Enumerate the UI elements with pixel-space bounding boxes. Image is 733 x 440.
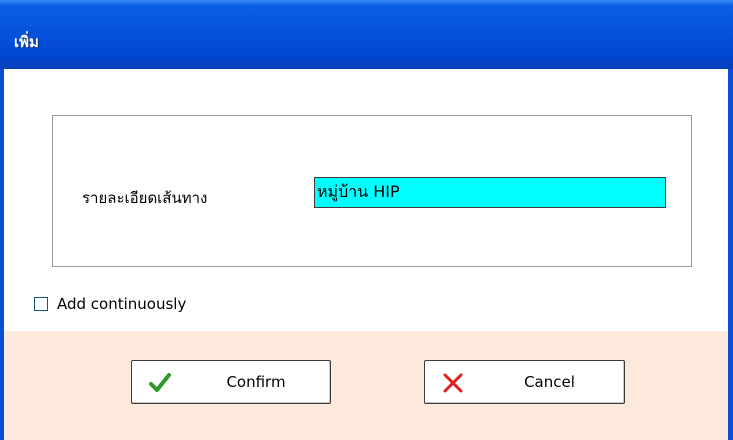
- check-icon: [149, 373, 171, 392]
- route-detail-label: รายละเอียดเส้นทาง: [82, 189, 208, 207]
- add-dialog-window: เพิ่ม รายละเอียดเส้นทาง Add continuously…: [0, 0, 733, 440]
- cancel-button[interactable]: Cancel: [424, 360, 625, 404]
- add-continuously-row[interactable]: Add continuously: [34, 293, 186, 315]
- confirm-button[interactable]: Confirm: [131, 360, 331, 404]
- confirm-button-label: Confirm: [226, 373, 286, 391]
- cancel-button-label: Cancel: [524, 373, 575, 391]
- window-title: เพิ่ม: [14, 33, 39, 51]
- add-continuously-checkbox[interactable]: [34, 297, 48, 311]
- title-bar[interactable]: เพิ่ม: [0, 0, 733, 69]
- button-area: Confirm Cancel: [4, 331, 728, 440]
- x-icon: [443, 373, 463, 393]
- route-detail-input[interactable]: [314, 177, 666, 208]
- form-area: รายละเอียดเส้นทาง Add continuously: [4, 69, 728, 331]
- window-right-border: [728, 69, 733, 440]
- add-continuously-label[interactable]: Add continuously: [57, 295, 186, 313]
